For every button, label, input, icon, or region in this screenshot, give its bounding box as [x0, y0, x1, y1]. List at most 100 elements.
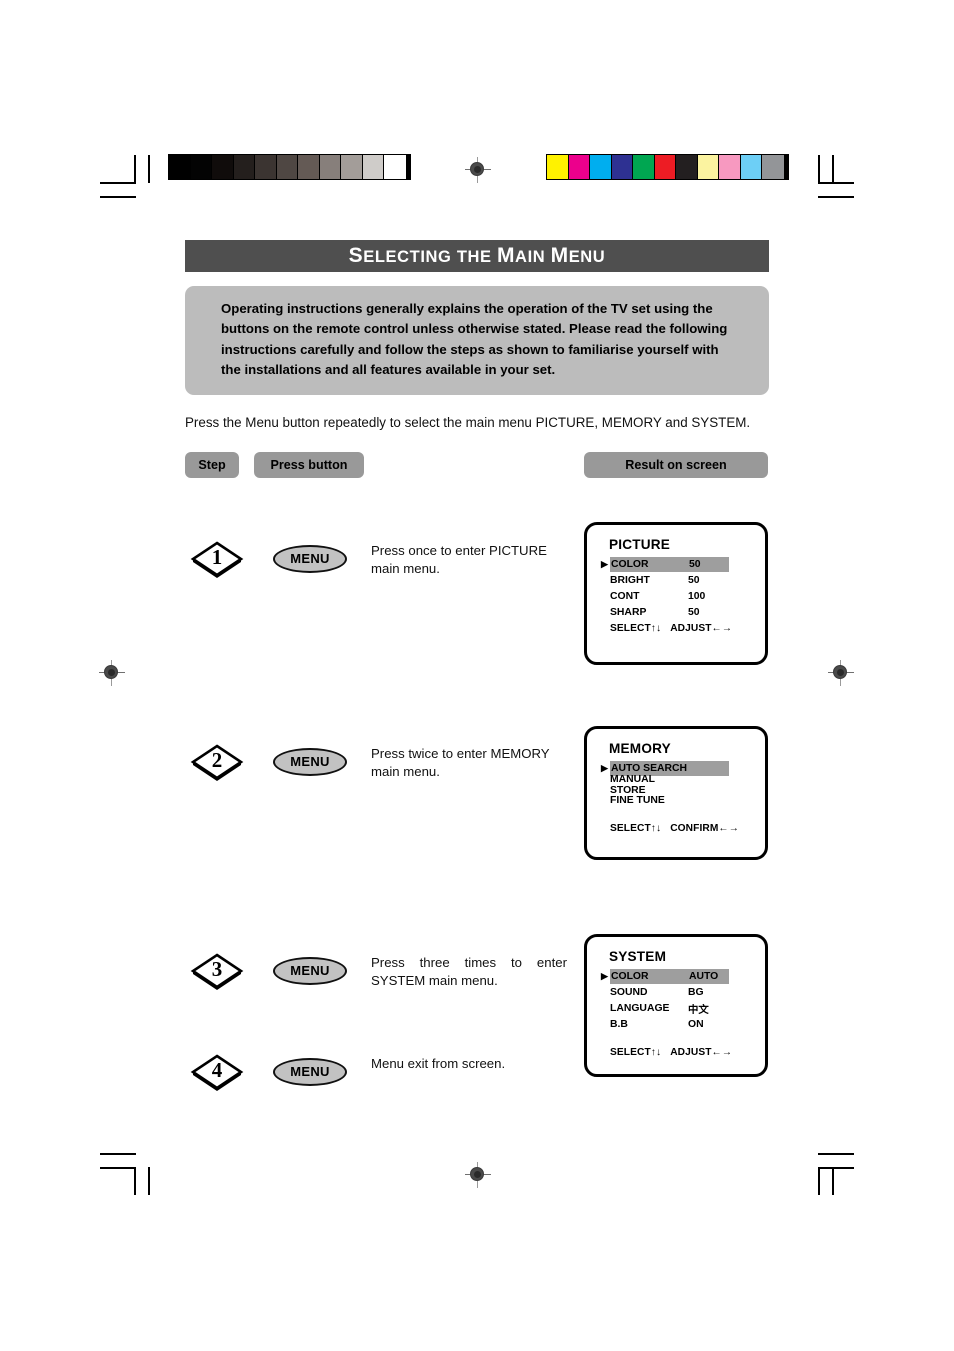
grayscale-calibration-strip — [168, 154, 411, 180]
registration-dot — [107, 668, 115, 676]
selection-highlight: COLOR AUTO — [610, 969, 729, 985]
tv-menu-item-label: FINE TUNE — [610, 795, 665, 807]
step-number: 2 — [211, 748, 223, 773]
tv-menu-title: MEMORY — [609, 740, 671, 756]
color-swatch-10 — [762, 155, 784, 179]
tv-menu-item-label: SOUND — [610, 987, 648, 999]
page-title-initial2: M — [496, 244, 516, 267]
tv-menu-item[interactable]: SHARP 50 — [601, 605, 755, 621]
crop-mark-line — [134, 155, 136, 183]
grayscale-swatch-3 — [233, 155, 255, 179]
grayscale-swatch-4 — [255, 155, 277, 179]
tv-menu-item[interactable]: ▶ COLOR AUTO — [601, 969, 755, 985]
crop-mark-line — [134, 1167, 136, 1195]
tv-screen-system: SYSTEM ▶ COLOR AUTO SOUND BG LANGUAGE 中文 B.B ON SE… — [584, 933, 768, 1077]
registration-dot — [473, 1170, 481, 1178]
tv-menu-footer: SELECT↑↓ CONFIRM←→ — [610, 823, 765, 834]
crop-mark-line — [818, 1167, 820, 1195]
tv-menu-title: SYSTEM — [609, 948, 667, 964]
grayscale-swatch-6 — [298, 155, 320, 179]
crop-mark-line — [100, 1167, 136, 1169]
tv-menu-item-value: 中文 — [688, 1004, 709, 1017]
header-result-on-screen: Result on screen — [584, 451, 768, 478]
tv-menu-item[interactable]: BRIGHT 50 — [601, 573, 755, 589]
grayscale-swatch-0 — [169, 155, 191, 179]
tv-menu-item-value: 100 — [688, 591, 706, 603]
menu-button[interactable]: MENU — [273, 956, 347, 985]
tv-footer-action-hint: CONFIRM←→ — [670, 822, 739, 834]
step-number-diamond-icon: 3 — [190, 952, 244, 990]
registration-target-icon — [465, 157, 491, 183]
registration-dot — [836, 668, 844, 676]
selection-pointer-icon: ▶ — [601, 763, 608, 774]
color-swatch-5 — [654, 155, 676, 179]
tv-menu-footer: SELECT↑↓ ADJUST←→ — [610, 623, 765, 634]
crop-mark-line — [818, 155, 820, 183]
page-title-word3: AIN — [515, 248, 546, 266]
tv-menu-item[interactable]: CONT 100 — [601, 589, 755, 605]
color-swatch-9 — [740, 155, 762, 179]
color-swatch-2 — [590, 155, 612, 179]
crop-mark-line — [818, 182, 854, 184]
color-swatch-6 — [676, 155, 698, 179]
tv-footer-action-hint: ADJUST←→ — [670, 1046, 733, 1058]
color-swatch-0 — [547, 155, 569, 179]
grayscale-swatch-8 — [341, 155, 363, 179]
tv-menu-item[interactable]: SOUND BG — [601, 985, 755, 1001]
tv-menu-spacer — [587, 1033, 765, 1045]
color-swatch-8 — [719, 155, 741, 179]
tv-footer-select-hint: SELECT↑↓ — [610, 622, 662, 634]
tv-footer-action-hint: ADJUST←→ — [670, 622, 733, 634]
step-number: 1 — [211, 545, 223, 570]
grayscale-swatch-10 — [384, 155, 406, 179]
grayscale-swatch-2 — [212, 155, 234, 179]
color-swatch-3 — [611, 155, 633, 179]
tv-menu-item[interactable]: FINE TUNE — [601, 793, 755, 809]
tv-menu-item[interactable]: B.B ON — [601, 1017, 755, 1033]
tv-menu-footer: SELECT↑↓ ADJUST←→ — [610, 1047, 765, 1058]
header-step: Step — [185, 451, 239, 478]
crop-mark-line — [148, 155, 150, 183]
registration-target-icon-left — [99, 660, 125, 686]
tv-menu-item-label: COLOR — [611, 971, 649, 983]
tv-screen-memory: MEMORY ▶ AUTO SEARCH MANUAL STORE FINE TUNE S… — [584, 725, 768, 860]
page-title-bar: SELECTING THE MAIN MENU — [185, 240, 769, 272]
page-title-initial: S — [348, 244, 364, 267]
step-number-diamond-icon: 4 — [190, 1053, 244, 1091]
tv-menu-item-value: 50 — [688, 575, 700, 587]
color-swatch-7 — [697, 155, 719, 179]
color-swatch-1 — [568, 155, 590, 179]
tv-menu-item-label: AUTO SEARCH — [611, 763, 688, 775]
step-number: 3 — [211, 957, 223, 982]
menu-button[interactable]: MENU — [273, 1057, 347, 1086]
tv-menu-item-label: COLOR — [611, 559, 649, 571]
tv-menu-item-label: B.B — [610, 1019, 628, 1031]
tv-menu-item-value: 50 — [689, 559, 701, 571]
grayscale-swatch-9 — [362, 155, 384, 179]
step-number-diamond-icon: 1 — [190, 540, 244, 578]
lead-instruction-line: Press the Menu button repeatedly to sele… — [185, 414, 751, 430]
step-description: Press twice to enter MEMORY main menu. — [371, 745, 550, 779]
tv-menu-item-value: ON — [688, 1019, 704, 1031]
crop-mark-line — [100, 182, 136, 184]
page-title-initial3: M — [550, 244, 569, 267]
step-description: Menu exit from screen. — [371, 1055, 506, 1071]
tv-menu-item[interactable]: MANUAL STORE — [601, 774, 755, 796]
selection-pointer-icon: ▶ — [601, 559, 608, 570]
tv-menu-item-label: CONT — [610, 591, 640, 603]
steps-area: 1 MENU Press once to enter PICTURE main me… — [185, 500, 769, 1091]
tv-footer-select-hint: SELECT↑↓ — [610, 822, 662, 834]
crop-mark-line — [818, 1153, 854, 1155]
tv-menu-item-label: SHARP — [610, 607, 647, 619]
page-title-word1: ELECTING — [363, 248, 452, 266]
menu-button[interactable]: MENU — [273, 747, 347, 776]
header-press-button: Press button — [254, 451, 364, 478]
page-title-word2: THE — [456, 248, 492, 266]
tv-menu-item[interactable]: LANGUAGE 中文 — [601, 1001, 755, 1017]
grayscale-swatch-5 — [276, 155, 298, 179]
tv-menu-item-label: LANGUAGE — [610, 1003, 670, 1015]
crop-mark-line — [832, 1167, 834, 1195]
menu-button[interactable]: MENU — [273, 544, 347, 573]
tv-menu-item[interactable]: ▶ COLOR 50 — [601, 557, 755, 573]
tv-menu-item-value: 50 — [688, 607, 700, 619]
